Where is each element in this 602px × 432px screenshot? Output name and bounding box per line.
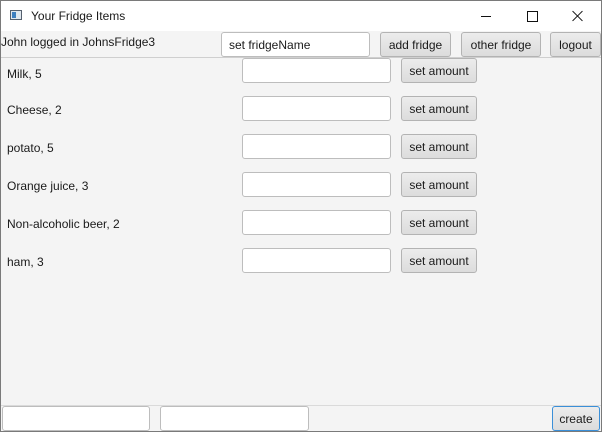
set-amount-button[interactable]: set amount (401, 210, 477, 235)
amount-input[interactable] (242, 96, 391, 121)
logout-button[interactable]: logout (550, 32, 601, 57)
maximize-button[interactable] (509, 1, 555, 31)
amount-input[interactable] (242, 172, 391, 197)
window-title: Your Fridge Items (31, 9, 126, 23)
amount-input[interactable] (242, 134, 391, 159)
item-label: Cheese, 2 (7, 103, 62, 117)
create-button[interactable]: create (552, 406, 600, 431)
minimize-button[interactable] (463, 1, 509, 31)
set-amount-button[interactable]: set amount (401, 58, 477, 83)
new-item-name-input[interactable] (2, 406, 150, 431)
minimize-icon (481, 15, 491, 17)
top-toolbar: John logged in JohnsFridge3 add fridge o… (1, 31, 601, 58)
amount-input[interactable] (242, 248, 391, 273)
close-icon (572, 10, 584, 22)
item-label: potato, 5 (7, 141, 54, 155)
close-button[interactable] (555, 1, 601, 31)
item-label: Non-alcoholic beer, 2 (7, 217, 120, 231)
item-label: Orange juice, 3 (7, 179, 89, 193)
set-amount-button[interactable]: set amount (401, 96, 477, 121)
title-bar: Your Fridge Items (1, 1, 601, 31)
login-status: John logged in JohnsFridge3 (1, 35, 156, 49)
add-fridge-button[interactable]: add fridge (380, 32, 451, 57)
item-label: Milk, 5 (7, 67, 42, 81)
app-window-icon (10, 10, 22, 20)
new-item-amount-input[interactable] (160, 406, 309, 431)
amount-input[interactable] (242, 210, 391, 235)
set-amount-button[interactable]: set amount (401, 248, 477, 273)
set-amount-button[interactable]: set amount (401, 134, 477, 159)
fridge-name-input[interactable] (221, 32, 370, 57)
app-window: Your Fridge Items John logged in JohnsFr… (0, 0, 602, 432)
maximize-icon (526, 10, 538, 22)
item-label: ham, 3 (7, 255, 44, 269)
set-amount-button[interactable]: set amount (401, 172, 477, 197)
amount-input[interactable] (242, 58, 391, 83)
other-fridge-button[interactable]: other fridge (461, 32, 541, 57)
